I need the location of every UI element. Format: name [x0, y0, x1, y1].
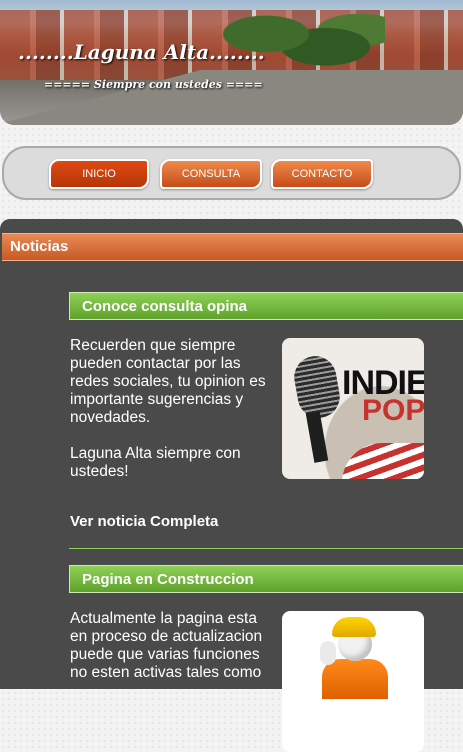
nav-inicio-button[interactable]: INICIO	[49, 159, 149, 189]
article-paragraph: Recuerden que siempre pueden contactar p…	[70, 337, 266, 426]
site-title: ........Laguna Alta........	[18, 40, 265, 64]
nav-consulta-button[interactable]: CONSULTA	[160, 159, 262, 189]
article-body: Recuerden que siempre pueden contactar p…	[70, 337, 275, 499]
worker-vest	[322, 659, 388, 699]
news-section-header: Noticias	[2, 233, 463, 261]
site-subtitle: ===== Siempre con ustedes ====	[44, 78, 263, 91]
article-image-indie-pop[interactable]: INDIE POP	[282, 338, 424, 479]
article-image-construction[interactable]	[282, 611, 424, 752]
article-title-bar: Conoce consulta opina	[69, 292, 463, 320]
image-text-pop: POP	[362, 394, 424, 427]
content-panel: Noticias Conoce consulta opina Recuerden…	[0, 219, 463, 752]
image-stripes	[342, 443, 424, 479]
news-section-title: Noticias	[10, 238, 69, 255]
article-title[interactable]: Pagina en Construccion	[82, 571, 254, 588]
article-title[interactable]: Conoce consulta opina	[82, 298, 247, 315]
read-more-link[interactable]: Ver noticia Completa	[70, 513, 218, 530]
worker-hand	[320, 641, 336, 665]
article-body: Actualmente la pagina esta en proceso de…	[70, 610, 275, 700]
header-banner: ........Laguna Alta........ ===== Siempr…	[0, 0, 463, 125]
article-title-bar: Pagina en Construccion	[69, 565, 463, 593]
article-paragraph: Laguna Alta siempre con ustedes!	[70, 445, 241, 480]
article-divider	[69, 548, 463, 549]
article-paragraph: Actualmente la pagina esta en proceso de…	[70, 610, 263, 681]
main-nav: INICIO CONSULTA CONTACTO	[2, 146, 461, 200]
nav-contacto-button[interactable]: CONTACTO	[271, 159, 373, 189]
hard-hat-icon	[332, 617, 376, 637]
microphone-stand	[305, 411, 329, 463]
